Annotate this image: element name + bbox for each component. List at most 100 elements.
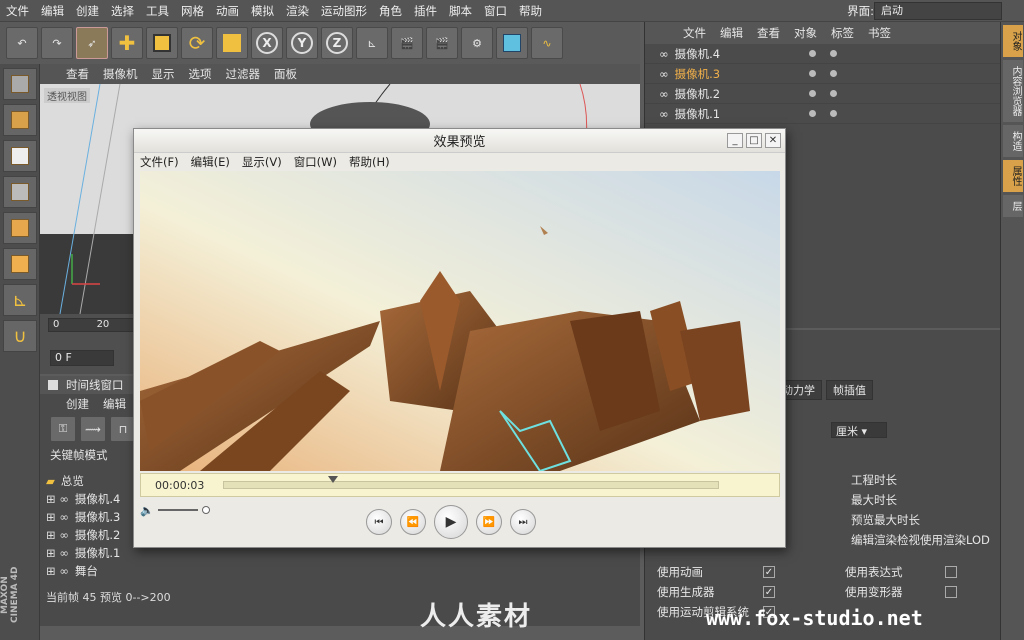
preview-menu-item-1[interactable]: 编辑(E) bbox=[191, 154, 230, 170]
om-menu-item-3[interactable]: 对象 bbox=[794, 25, 817, 41]
om-menu-item-4[interactable]: 标签 bbox=[831, 25, 854, 41]
workplane-icon[interactable]: ⊾ bbox=[3, 284, 37, 316]
axis-z-icon[interactable]: Z bbox=[321, 27, 353, 59]
om-menu-item-2[interactable]: 查看 bbox=[757, 25, 780, 41]
object-row[interactable]: ∞ 摄像机.4 bbox=[645, 44, 1000, 64]
menu-item-9[interactable]: 运动图形 bbox=[315, 3, 373, 19]
check-box[interactable]: ✓ bbox=[763, 586, 775, 598]
preview-scrubber[interactable]: 00:00:03 bbox=[140, 473, 780, 497]
fast-forward-icon[interactable]: ⏩ bbox=[476, 509, 502, 535]
spline-icon[interactable]: ∿ bbox=[531, 27, 563, 59]
close-icon[interactable]: ✕ bbox=[765, 133, 781, 148]
key-mode-icon[interactable]: ⚿ bbox=[50, 416, 76, 442]
time-ruler[interactable]: 0 20 bbox=[48, 318, 138, 332]
scale-icon[interactable] bbox=[146, 27, 178, 59]
volume-knob-icon[interactable] bbox=[201, 506, 210, 514]
menu-item-13[interactable]: 窗口 bbox=[478, 3, 513, 19]
points-mode-icon[interactable] bbox=[3, 176, 37, 208]
maximize-icon[interactable]: □ bbox=[746, 133, 762, 148]
menu-item-3[interactable]: 选择 bbox=[105, 3, 140, 19]
viewport-menu-item-0[interactable]: 查看 bbox=[66, 66, 89, 82]
menu-item-4[interactable]: 工具 bbox=[140, 3, 175, 19]
redo-icon[interactable]: ↷ bbox=[41, 27, 73, 59]
side-tab-0[interactable]: 对象 bbox=[1003, 25, 1023, 57]
volume-control[interactable]: 🔈 bbox=[140, 503, 220, 517]
preview-track[interactable] bbox=[223, 476, 719, 489]
menu-item-0[interactable]: 文件 bbox=[0, 3, 35, 19]
render-dot-icon[interactable] bbox=[829, 70, 837, 77]
render-view-icon[interactable]: 🎬 bbox=[391, 27, 423, 59]
menu-item-8[interactable]: 渲染 bbox=[280, 3, 315, 19]
side-tab-3[interactable]: 属性 bbox=[1003, 160, 1023, 192]
tree-row[interactable]: ⊞ ∞ 舞台 bbox=[40, 562, 640, 580]
menu-item-12[interactable]: 脚本 bbox=[443, 3, 478, 19]
magnet-icon[interactable]: ∪ bbox=[3, 320, 37, 352]
cube-primitive-icon[interactable] bbox=[496, 27, 528, 59]
polygons-mode-icon[interactable] bbox=[3, 248, 37, 280]
coordinate-system-icon[interactable]: ⊾ bbox=[356, 27, 388, 59]
side-tab-4[interactable]: 层 bbox=[1003, 195, 1023, 217]
preview-menu-item-3[interactable]: 窗口(W) bbox=[294, 154, 337, 170]
skip-back-icon[interactable]: ⏮ bbox=[366, 509, 392, 535]
menu-item-5[interactable]: 网格 bbox=[175, 3, 210, 19]
render-settings-icon[interactable]: ⚙ bbox=[461, 27, 493, 59]
check-box[interactable] bbox=[945, 566, 957, 578]
transform-icon[interactable] bbox=[216, 27, 248, 59]
menu-item-11[interactable]: 插件 bbox=[408, 3, 443, 19]
om-menu-item-5[interactable]: 书签 bbox=[868, 25, 891, 41]
axis-x-icon[interactable]: X bbox=[251, 27, 283, 59]
visibility-dot-icon[interactable] bbox=[808, 50, 816, 57]
timeline-menu-create[interactable]: 创建 bbox=[66, 396, 89, 412]
tab-interpolation[interactable]: 帧插值 bbox=[826, 380, 873, 400]
object-row[interactable]: ∞ 摄像机.1 bbox=[645, 104, 1000, 124]
visibility-dot-icon[interactable] bbox=[808, 90, 816, 97]
render-dot-icon[interactable] bbox=[829, 90, 837, 97]
undo-icon[interactable]: ↶ bbox=[6, 27, 38, 59]
playhead-icon[interactable] bbox=[327, 476, 338, 483]
rewind-icon[interactable]: ⏪ bbox=[400, 509, 426, 535]
object-row[interactable]: ∞ 摄像机.2 bbox=[645, 84, 1000, 104]
viewport-menu-item-3[interactable]: 选项 bbox=[189, 66, 212, 82]
visibility-dot-icon[interactable] bbox=[808, 70, 816, 77]
move-icon[interactable]: ✚ bbox=[111, 27, 143, 59]
om-menu-item-0[interactable]: 文件 bbox=[683, 25, 706, 41]
object-mode-icon[interactable] bbox=[3, 104, 37, 136]
check-box[interactable] bbox=[945, 586, 957, 598]
edges-mode-icon[interactable] bbox=[3, 212, 37, 244]
visibility-dot-icon[interactable] bbox=[808, 110, 816, 117]
side-tab-1[interactable]: 内容浏览器 bbox=[1003, 60, 1023, 122]
rotate-icon[interactable]: ⟳ bbox=[181, 27, 213, 59]
side-tab-2[interactable]: 构造 bbox=[1003, 125, 1023, 157]
unit-select[interactable]: 厘米 ▾ bbox=[831, 422, 887, 438]
menu-item-14[interactable]: 帮助 bbox=[513, 3, 548, 19]
model-mode-icon[interactable] bbox=[3, 68, 37, 100]
menu-item-10[interactable]: 角色 bbox=[373, 3, 408, 19]
menu-item-2[interactable]: 创建 bbox=[70, 3, 105, 19]
om-menu-item-1[interactable]: 编辑 bbox=[720, 25, 743, 41]
live-select-icon[interactable]: ➶ bbox=[76, 27, 108, 59]
check-box[interactable]: ✓ bbox=[763, 566, 775, 578]
viewport-menu-item-5[interactable]: 面板 bbox=[274, 66, 297, 82]
menu-item-1[interactable]: 编辑 bbox=[35, 3, 70, 19]
current-frame-field[interactable]: 0 F bbox=[50, 350, 114, 366]
speaker-icon[interactable]: 🔈 bbox=[140, 504, 154, 517]
timeline-menu-edit[interactable]: 编辑 bbox=[103, 396, 126, 412]
preview-menu-item-4[interactable]: 帮助(H) bbox=[349, 154, 390, 170]
volume-slider[interactable] bbox=[157, 509, 198, 511]
viewport-menu-item-2[interactable]: 显示 bbox=[152, 66, 175, 82]
render-dot-icon[interactable] bbox=[829, 110, 837, 117]
minimize-icon[interactable]: _ bbox=[727, 133, 743, 148]
skip-forward-icon[interactable]: ⏭ bbox=[510, 509, 536, 535]
play-icon[interactable]: ▶ bbox=[434, 505, 468, 539]
preview-menu-item-0[interactable]: 文件(F) bbox=[140, 154, 179, 170]
preview-menu-item-2[interactable]: 显示(V) bbox=[242, 154, 282, 170]
viewport-menu-item-4[interactable]: 过滤器 bbox=[226, 66, 261, 82]
layout-select[interactable]: 启动 bbox=[874, 2, 1002, 20]
menu-item-7[interactable]: 模拟 bbox=[245, 3, 280, 19]
texture-mode-icon[interactable] bbox=[3, 140, 37, 172]
fcurve-mode-icon[interactable]: ⟿ bbox=[80, 416, 106, 442]
menu-item-6[interactable]: 动画 bbox=[210, 3, 245, 19]
render-picture-viewer-icon[interactable]: 🎬 bbox=[426, 27, 458, 59]
object-row[interactable]: ∞ 摄像机.3 bbox=[645, 64, 1000, 84]
axis-y-icon[interactable]: Y bbox=[286, 27, 318, 59]
